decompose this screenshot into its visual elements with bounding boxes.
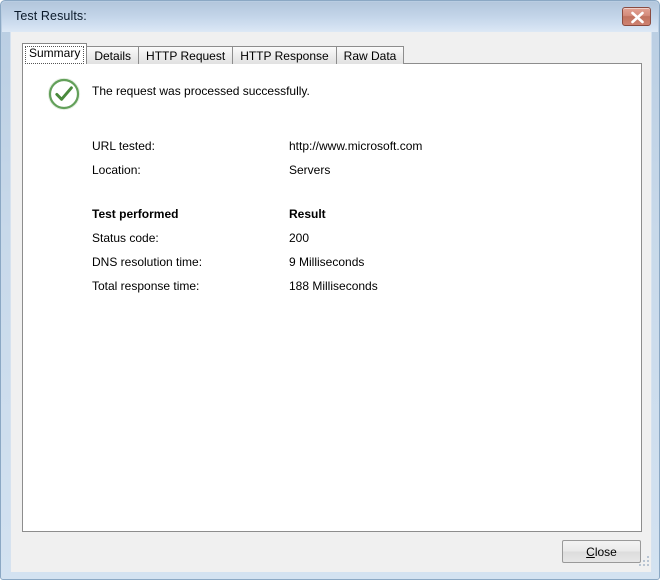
tab-http-request[interactable]: HTTP Request <box>138 46 234 64</box>
close-button-label: lose <box>594 544 617 559</box>
tab-details[interactable]: Details <box>86 46 140 64</box>
title-bar: Test Results: <box>2 2 658 32</box>
result-row-dns-time-label: DNS resolution time: <box>92 255 203 269</box>
success-check-circle-icon <box>47 77 81 111</box>
status-message: The request was processed successfully. <box>92 84 310 98</box>
dialog-body: Summary Details HTTP Request HTTP Respon… <box>10 32 652 572</box>
window-title: Test Results: <box>14 9 87 23</box>
result-row-status-code-value: 200 <box>289 231 310 245</box>
tab-strip: Summary Details HTTP Request HTTP Respon… <box>22 43 405 64</box>
resize-grip[interactable] <box>639 556 651 568</box>
tab-raw-data-label: Raw Data <box>343 48 397 63</box>
tab-panel-summary: The request was processed successfully. … <box>22 63 642 532</box>
tab-http-response[interactable]: HTTP Response <box>232 46 337 64</box>
tab-summary[interactable]: Summary <box>22 43 88 64</box>
window-close-button[interactable] <box>622 7 651 26</box>
info-row-url-value: http://www.microsoft.com <box>289 139 423 153</box>
result-row-status-code-label: Status code: <box>92 231 159 245</box>
results-header-test-performed: Test performed <box>92 207 179 221</box>
tab-http-request-label: HTTP Request <box>146 48 226 63</box>
info-row-location-value: Servers <box>289 163 331 177</box>
tab-details-label: Details <box>94 48 132 63</box>
result-row-dns-time-value: 9 Milliseconds <box>289 255 365 269</box>
tab-raw-data[interactable]: Raw Data <box>335 46 405 64</box>
tab-http-response-label: HTTP Response <box>240 48 329 63</box>
close-button-accel: C <box>586 544 595 559</box>
result-row-total-time-label: Total response time: <box>92 279 200 293</box>
results-header-result: Result <box>289 207 326 221</box>
tab-summary-label: Summary <box>29 46 81 60</box>
result-row-total-time-value: 188 Milliseconds <box>289 279 378 293</box>
dialog-window: Test Results: Summary Details HTTP Reque… <box>0 0 660 580</box>
close-button[interactable]: Close <box>562 540 641 563</box>
info-row-url-label: URL tested: <box>92 139 155 153</box>
info-row-location-label: Location: <box>92 163 141 177</box>
